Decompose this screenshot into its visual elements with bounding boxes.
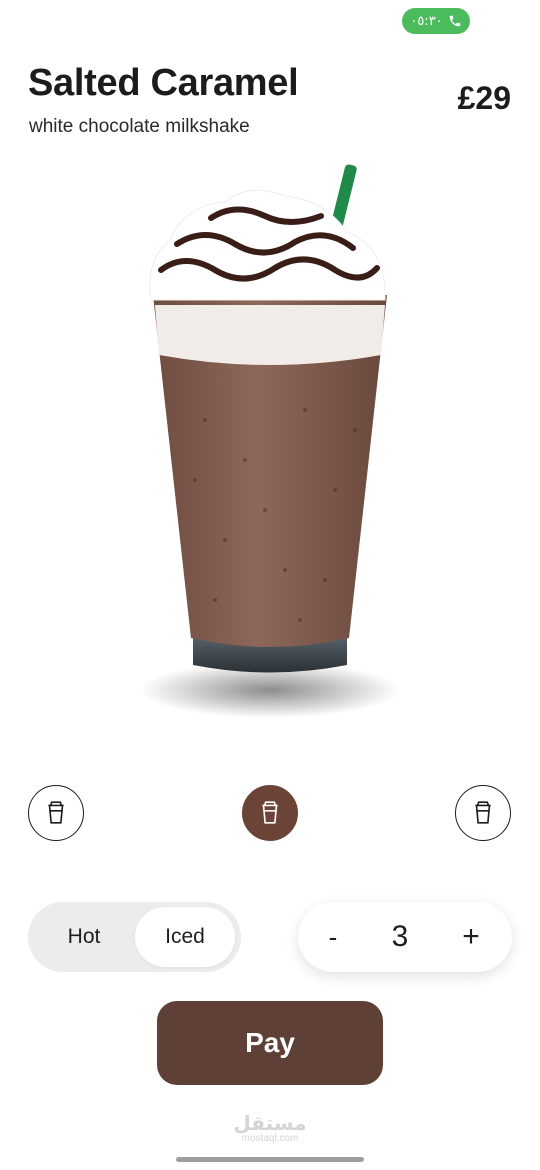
- watermark-logo: مستقل mostaql.com: [230, 1112, 310, 1148]
- hot-option[interactable]: Hot: [34, 907, 134, 967]
- cup-icon: [475, 801, 491, 824]
- product-image: [140, 164, 400, 718]
- cup-icon: [48, 801, 64, 824]
- phone-icon: [449, 15, 460, 27]
- watermark-arabic: مستقل: [233, 1111, 307, 1135]
- product-title: Salted Caramel: [28, 62, 299, 104]
- product-description: white chocolate milkshake: [29, 116, 250, 137]
- temperature-toggle: Hot Iced: [28, 902, 241, 972]
- iced-option[interactable]: Iced: [135, 907, 235, 967]
- pay-button[interactable]: Pay: [157, 1001, 383, 1085]
- size-small-button[interactable]: [28, 785, 84, 841]
- cup-icon: [262, 801, 278, 824]
- call-timer: ٠٥:٣٠: [410, 13, 443, 29]
- home-indicator[interactable]: [176, 1157, 364, 1162]
- product-price: £29: [457, 80, 511, 116]
- quantity-value: 3: [391, 920, 409, 953]
- size-large-button[interactable]: [455, 785, 511, 841]
- quantity-stepper: - 3 +: [298, 902, 512, 972]
- watermark-latin: mostaql.com: [241, 1133, 299, 1144]
- active-call-indicator[interactable]: ٠٥:٣٠: [402, 8, 470, 34]
- size-medium-button[interactable]: [242, 785, 298, 841]
- increase-quantity-button[interactable]: +: [456, 902, 486, 972]
- decrease-quantity-button[interactable]: -: [318, 902, 348, 972]
